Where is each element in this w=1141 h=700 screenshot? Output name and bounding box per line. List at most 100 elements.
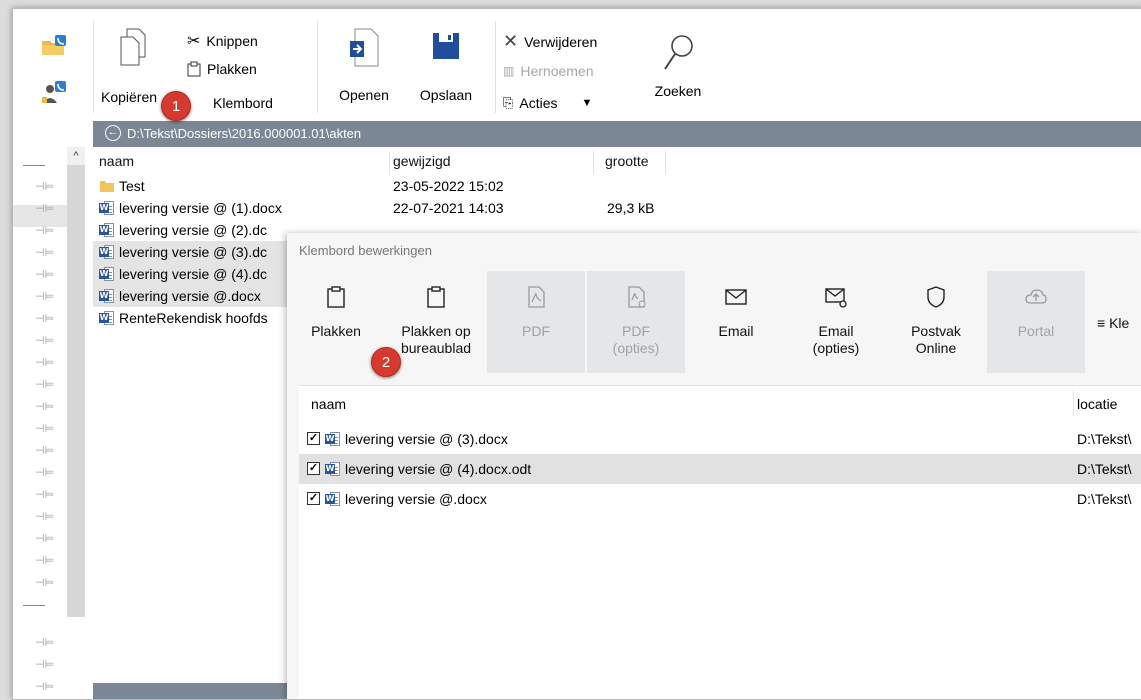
list-item[interactable]: Test 23-05-2022 15:02 bbox=[93, 175, 653, 197]
column-separator bbox=[389, 151, 390, 175]
tool-label: Postvak Online bbox=[911, 323, 961, 356]
folder-phone-icon[interactable] bbox=[39, 31, 69, 61]
word-doc-icon: W bbox=[325, 431, 341, 447]
search-button[interactable]: Zoeken bbox=[645, 27, 711, 117]
list-item[interactable]: W levering versie @ (4).dc bbox=[93, 263, 293, 285]
file-name: Test bbox=[119, 178, 145, 194]
pin-icon[interactable]: ⊣⊨ bbox=[35, 555, 54, 567]
pin-icon[interactable]: ⊣⊨ bbox=[35, 379, 54, 391]
list-item[interactable]: W levering versie @.docx bbox=[93, 285, 293, 307]
delete-button[interactable]: ✕ Verwijderen bbox=[503, 31, 597, 52]
column-header-name[interactable]: naam bbox=[99, 147, 134, 175]
table-row[interactable]: ✓ W levering versie @ (4).docx.odt D:\Te… bbox=[299, 454, 1141, 484]
pinned-list: ^ ⊣⊨ ⊣⊨ ⊣⊨ ⊣⊨ ⊣⊨ ⊣⊨ ⊣⊨ ⊣⊨ ⊣⊨ ⊣⊨ ⊣⊨ ⊣⊨ ⊣⊨… bbox=[13, 147, 94, 699]
app-window: ^ ⊣⊨ ⊣⊨ ⊣⊨ ⊣⊨ ⊣⊨ ⊣⊨ ⊣⊨ ⊣⊨ ⊣⊨ ⊣⊨ ⊣⊨ ⊣⊨ ⊣⊨… bbox=[12, 8, 1141, 700]
clipboard-menu-button[interactable]: ≡ Kle bbox=[1087, 271, 1141, 373]
pin-icon[interactable]: ⊣⊨ bbox=[35, 269, 54, 281]
person-phone-icon[interactable] bbox=[39, 77, 69, 107]
list-item[interactable]: W levering versie @ (3).dc bbox=[93, 241, 293, 263]
ribbon-toolbar: Kopiëren ✂ Knippen Plakken Klembord Open… bbox=[93, 9, 1141, 121]
row-location: D:\Tekst\ bbox=[1077, 461, 1132, 477]
portal-tool-button[interactable]: Portal bbox=[987, 271, 1085, 373]
pin-icon[interactable]: ⊣⊨ bbox=[35, 291, 54, 303]
table-row[interactable]: ✓ W levering versie @ (3).docx D:\Tekst\ bbox=[299, 424, 1141, 454]
word-doc-icon: W bbox=[325, 461, 341, 477]
rename-label: Hernoemen bbox=[520, 63, 594, 79]
mail-icon bbox=[725, 289, 747, 305]
email-options-tool-button[interactable]: Email (opties) bbox=[787, 271, 885, 373]
file-name: levering versie @.docx bbox=[119, 288, 261, 304]
list-item[interactable]: W levering versie @ (2).dc bbox=[93, 219, 293, 241]
save-button[interactable]: Opslaan bbox=[411, 27, 481, 117]
list-item[interactable]: W RenteRekendisk hoofds bbox=[93, 307, 293, 329]
tool-label: Portal bbox=[1017, 323, 1055, 339]
pin-icon[interactable]: ⊣⊨ bbox=[35, 511, 54, 523]
postvak-online-tool-button[interactable]: Postvak Online bbox=[887, 271, 985, 373]
pin-icon[interactable]: ⊣⊨ bbox=[35, 313, 54, 325]
row-location: D:\Tekst\ bbox=[1077, 431, 1132, 447]
word-doc-icon: W bbox=[325, 491, 341, 507]
paste-tool-button[interactable]: Plakken bbox=[287, 271, 385, 373]
pin-icon[interactable]: ⊣⊨ bbox=[35, 225, 54, 237]
cut-button[interactable]: ✂ Knippen bbox=[187, 31, 258, 51]
pdf-options-tool-button[interactable]: PDF (opties) bbox=[587, 271, 685, 373]
pin-icon[interactable]: ⊣⊨ bbox=[35, 445, 54, 457]
row-checkbox[interactable]: ✓ bbox=[307, 492, 320, 505]
paste-label: Plakken bbox=[207, 61, 257, 77]
open-icon bbox=[350, 28, 379, 67]
paste-desktop-tool-button[interactable]: Plakken op bureaublad bbox=[387, 271, 485, 373]
pin-icon[interactable]: ⊣⊨ bbox=[35, 533, 54, 545]
bottom-toolbar bbox=[93, 683, 293, 699]
back-arrow-icon[interactable]: ← bbox=[105, 125, 121, 141]
actions-icon: ⎘ bbox=[503, 95, 514, 110]
pin-icon[interactable]: ⊣⊨ bbox=[35, 489, 54, 501]
cut-label: Knippen bbox=[206, 33, 258, 49]
actions-label: Acties bbox=[519, 95, 558, 111]
rename-button[interactable]: ▥ Hernoemen bbox=[503, 63, 594, 79]
clipboard-icon bbox=[427, 286, 445, 308]
row-checkbox[interactable]: ✓ bbox=[307, 462, 320, 475]
pin-icon[interactable]: ⊣⊨ bbox=[35, 401, 54, 413]
clipboard-button[interactable]: Klembord bbox=[213, 95, 273, 111]
pdf-tool-button[interactable]: PDF bbox=[487, 271, 585, 373]
pin-icon[interactable]: ⊣⊨ bbox=[35, 681, 54, 693]
column-header-size[interactable]: grootte bbox=[605, 147, 649, 175]
pin-icon[interactable]: ⊣⊨ bbox=[35, 247, 54, 259]
pin-icon[interactable]: ⊣⊨ bbox=[35, 181, 54, 193]
scroll-up-icon[interactable]: ^ bbox=[67, 147, 85, 165]
column-header-name[interactable]: naam bbox=[311, 394, 346, 414]
ribbon-separator bbox=[93, 21, 94, 113]
scissors-icon: ✂ bbox=[187, 33, 201, 50]
file-name: levering versie @ (1).docx bbox=[119, 200, 282, 216]
column-separator bbox=[665, 151, 666, 175]
column-separator bbox=[1073, 390, 1074, 416]
clipboard-operations-panel: Klembord bewerkingen Plakken Plakken op b… bbox=[287, 233, 1141, 699]
column-header-modified[interactable]: gewijzigd bbox=[393, 147, 451, 175]
column-header-location[interactable]: locatie bbox=[1077, 394, 1117, 414]
clipboard-items-table: naam locatie ✓ W levering versie @ (3).d… bbox=[299, 385, 1141, 699]
pin-icon[interactable]: ⊣⊨ bbox=[35, 659, 54, 671]
table-row[interactable]: ✓ W levering versie @.docx D:\Tekst\ bbox=[299, 484, 1141, 514]
pin-icon[interactable]: ⊣⊨ bbox=[35, 423, 54, 435]
list-item[interactable]: W levering versie @ (1).docx 22-07-2021 … bbox=[93, 197, 655, 219]
pin-icon[interactable]: ⊣⊨ bbox=[35, 577, 54, 589]
actions-button[interactable]: ⎘ Acties ▼ bbox=[503, 95, 592, 111]
pin-icon[interactable]: ⊣⊨ bbox=[35, 335, 54, 347]
rename-icon: ▥ bbox=[503, 64, 515, 78]
path-text[interactable]: D:\Tekst\Dossiers\2016.000001.01\akten bbox=[127, 126, 361, 141]
paste-button[interactable]: Plakken bbox=[187, 61, 257, 77]
pin-icon[interactable]: ⊣⊨ bbox=[35, 357, 54, 369]
pin-icon[interactable]: ⊣⊨ bbox=[35, 637, 54, 649]
row-checkbox[interactable]: ✓ bbox=[307, 432, 320, 445]
email-tool-button[interactable]: Email bbox=[687, 271, 785, 373]
scrollbar[interactable] bbox=[67, 147, 85, 617]
copy-button[interactable]: Kopiëren bbox=[101, 27, 161, 117]
file-name: levering versie @ (3).dc bbox=[119, 244, 268, 260]
search-icon bbox=[664, 35, 693, 70]
tool-label: PDF (opties) bbox=[612, 323, 660, 356]
paste-icon bbox=[187, 61, 201, 77]
open-button[interactable]: Openen bbox=[329, 27, 399, 117]
pin-icon[interactable]: ⊣⊨ bbox=[35, 203, 54, 215]
pin-icon[interactable]: ⊣⊨ bbox=[35, 467, 54, 479]
file-size: 29,3 kB bbox=[607, 200, 655, 216]
